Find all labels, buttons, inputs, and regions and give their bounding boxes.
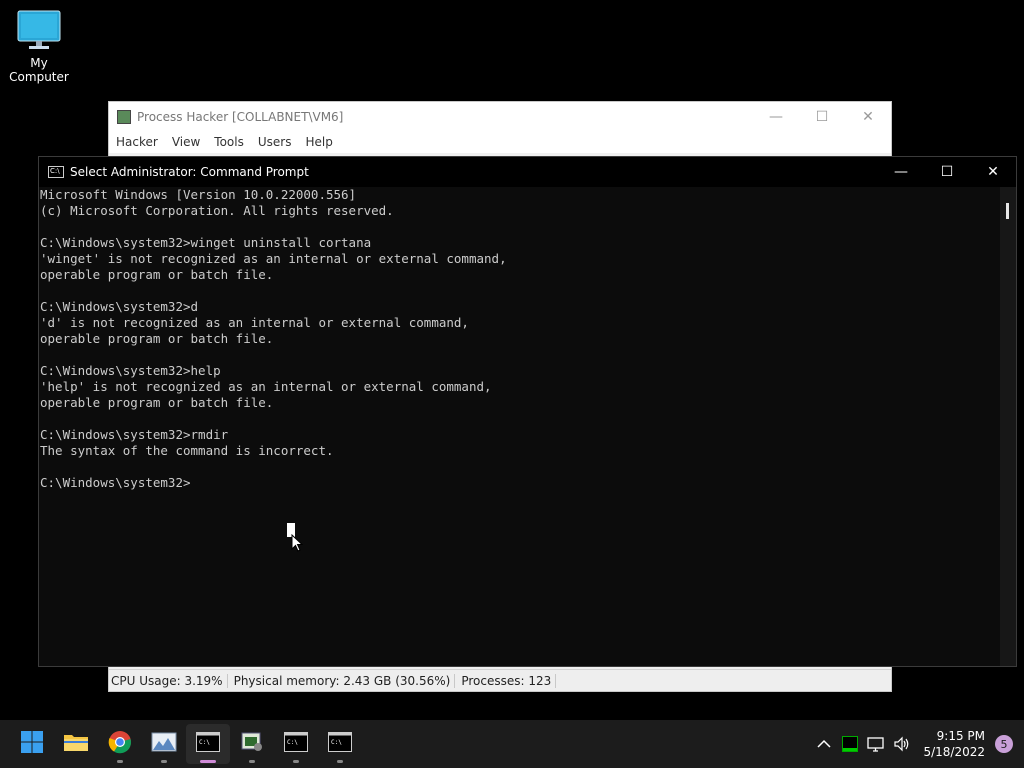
process-hacker-menubar: Hacker View Tools Users Help (109, 131, 891, 153)
cmd-titlebar[interactable]: C:\ Select Administrator: Command Prompt… (39, 157, 1016, 187)
svg-text:C:\: C:\ (287, 739, 298, 746)
svg-text:C:\: C:\ (199, 739, 210, 746)
process-hacker-icon (117, 109, 131, 124)
file-explorer-button[interactable] (54, 724, 98, 764)
menu-tools[interactable]: Tools (207, 135, 251, 149)
cmd-maximize-button[interactable]: ☐ (924, 157, 970, 187)
desktop-icon-label: My Computer (9, 56, 69, 84)
process-hacker-titlebar[interactable]: Process Hacker [COLLABNET\VM6] — ☐ ✕ (109, 102, 891, 131)
status-processes: Processes: 123 (459, 673, 557, 688)
svg-text:C:\: C:\ (331, 739, 342, 746)
process-hacker-title: Process Hacker [COLLABNET\VM6] (137, 109, 344, 124)
clock-date: 5/18/2022 (923, 745, 985, 759)
volume-icon[interactable] (890, 736, 914, 752)
ph-close-button[interactable]: ✕ (845, 102, 891, 131)
console-line: C:\Windows\system32>winget uninstall cor… (40, 235, 372, 250)
command-prompt-window[interactable]: C:\ Select Administrator: Command Prompt… (38, 156, 1017, 667)
photo-viewer-button[interactable] (142, 724, 186, 764)
cmd-close-button[interactable]: ✕ (970, 157, 1016, 187)
status-cpu: CPU Usage: 3.19% (109, 673, 228, 688)
console-line: C:\Windows\system32>help (40, 363, 221, 378)
console-line: (c) Microsoft Corporation. All rights re… (40, 203, 394, 218)
menu-hacker[interactable]: Hacker (109, 135, 165, 149)
console-line: operable program or batch file. (40, 331, 274, 346)
cmd-scrollbar[interactable] (1000, 187, 1016, 666)
notification-badge[interactable]: 5 (995, 735, 1013, 753)
clock[interactable]: 9:15 PM 5/18/2022 (923, 728, 985, 760)
console-line: operable program or batch file. (40, 267, 274, 282)
chevron-up-icon[interactable] (812, 739, 836, 749)
chrome-button[interactable] (98, 724, 142, 764)
console-line: 'help' is not recognized as an internal … (40, 379, 492, 394)
mouse-pointer-icon (291, 533, 304, 556)
terminal-icon: C:\ (284, 732, 308, 756)
console-line: C:\Windows\system32>d (40, 299, 199, 314)
console-line: 'd' is not recognized as an internal or … (40, 315, 469, 330)
process-hacker-icon (240, 731, 264, 757)
console-line: operable program or batch file. (40, 395, 274, 410)
clock-time: 9:15 PM (936, 729, 985, 743)
cmd-button-3[interactable]: C:\ (318, 724, 362, 764)
windows-logo-icon (20, 730, 44, 758)
desktop-icon-my-computer[interactable]: My Computer (0, 8, 78, 84)
terminal-icon: C:\ (196, 732, 220, 756)
cmd-console-output[interactable]: Microsoft Windows [Version 10.0.22000.55… (39, 187, 1000, 666)
ph-minimize-button[interactable]: — (753, 102, 799, 131)
ph-maximize-button[interactable]: ☐ (799, 102, 845, 131)
menu-users[interactable]: Users (251, 135, 299, 149)
menu-help[interactable]: Help (298, 135, 339, 149)
terminal-icon: C:\ (328, 732, 352, 756)
cmd-active-button[interactable]: C:\ (186, 724, 230, 764)
chrome-icon (108, 730, 132, 758)
console-line: 'winget' is not recognized as an interna… (40, 251, 507, 266)
status-memory: Physical memory: 2.43 GB (30.56%) (232, 673, 456, 688)
console-line: C:\Windows\system32> (40, 475, 191, 490)
cmd-minimize-button[interactable]: — (878, 157, 924, 187)
taskbar: C:\ C:\ C:\ 9:15 PM 5/18/2022 5 (0, 720, 1024, 768)
terminal-icon: C:\ (48, 166, 64, 178)
cmd-title: Select Administrator: Command Prompt (70, 165, 309, 179)
start-button[interactable] (10, 724, 54, 764)
console-line: Microsoft Windows [Version 10.0.22000.55… (40, 187, 357, 202)
console-line: C:\Windows\system32>rmdir (40, 427, 229, 442)
computer-monitor-icon (17, 10, 61, 50)
system-tray: 9:15 PM 5/18/2022 5 (811, 720, 1024, 768)
photo-icon (151, 731, 177, 757)
cmd-scrollbar-thumb[interactable] (1006, 203, 1009, 219)
cmd-button-2[interactable]: C:\ (274, 724, 318, 764)
network-icon[interactable] (864, 736, 888, 752)
process-hacker-button[interactable] (230, 724, 274, 764)
tray-app-icon[interactable] (838, 736, 862, 752)
folder-icon (63, 731, 89, 757)
console-line: The syntax of the command is incorrect. (40, 443, 334, 458)
process-hacker-statusbar: CPU Usage: 3.19% Physical memory: 2.43 G… (109, 669, 891, 691)
menu-view[interactable]: View (165, 135, 207, 149)
